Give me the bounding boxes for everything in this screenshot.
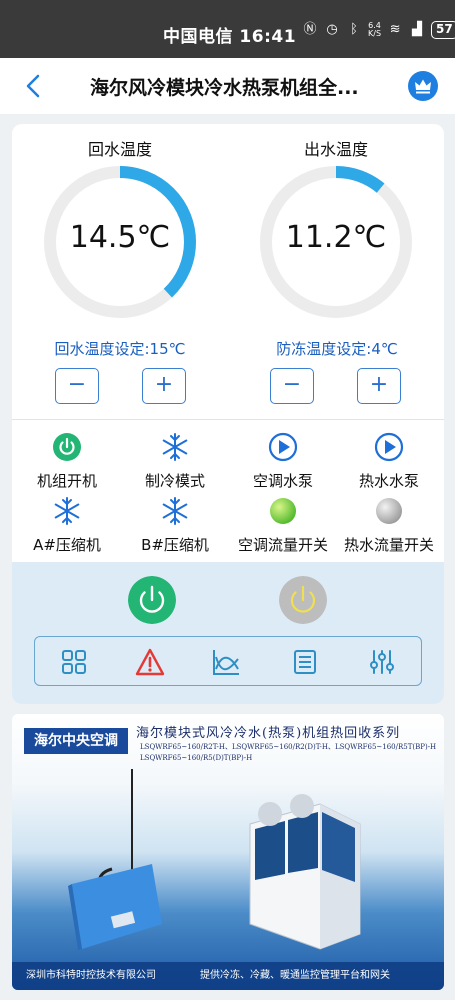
function-toolbar <box>34 636 422 686</box>
control-panel <box>12 562 444 704</box>
status-compressor-a: A#压缩机 <box>12 496 122 555</box>
outlet-temp-value: 11.2℃ <box>285 220 387 255</box>
return-temp-decrease-button[interactable]: − <box>55 368 99 404</box>
divider <box>12 419 444 420</box>
snowflake-icon <box>54 497 80 525</box>
nfc-icon: Ⓝ <box>303 22 317 37</box>
status-hot-water-pump: 热水水泵 <box>334 432 444 491</box>
bluetooth-icon: ᛒ <box>350 22 358 37</box>
carrier-time: 中国电信 16:41 <box>163 27 297 47</box>
green-dot-icon <box>270 498 296 524</box>
status-ac-flow-switch: 空调流量开关 <box>228 496 338 555</box>
status-hot-water-flow-switch: 热水流量开关 <box>334 496 444 555</box>
outlet-temp-gauge: 11.2℃ <box>258 164 414 320</box>
snowflake-icon <box>162 433 188 461</box>
alarm-icon: ◷ <box>326 22 338 37</box>
status-icons: Ⓝ ◷ ᛒ 6.4 K/S ≋ ▟ 57 <box>302 21 455 39</box>
status-label: 机组开机 <box>36 472 97 490</box>
power-icon <box>53 433 81 461</box>
advertisement-banner[interactable]: 海尔中央空调 海尔模块式风冷冷水(热泵)机组热回收系列 LSQWRF65~160… <box>12 714 444 990</box>
status-bar: 中国电信 16:41 Ⓝ ◷ ᛒ 6.4 K/S ≋ ▟ 57 <box>0 0 455 58</box>
net-speed: 6.4 K/S <box>368 22 381 38</box>
play-icon <box>374 432 404 462</box>
status-label: 空调水泵 <box>252 472 313 490</box>
app-header: 海尔风冷模块冷水热泵机组全... <box>0 58 455 114</box>
banner-title: 海尔模块式风冷冷水(热泵)机组热回收系列 <box>136 726 401 741</box>
list-document-icon[interactable] <box>290 647 320 677</box>
status-cooling-mode: 制冷模式 <box>120 432 230 491</box>
grid-menu-icon[interactable] <box>59 647 89 677</box>
snowflake-icon <box>162 497 188 525</box>
status-label: A#压缩机 <box>33 536 101 554</box>
return-temp-label: 回水温度 <box>87 140 152 159</box>
trend-chart-icon[interactable] <box>211 647 241 677</box>
status-ac-pump: 空调水泵 <box>228 432 338 491</box>
banner-slogan: 提供冷冻、冷藏、暖通监控管理平台和网关 <box>200 970 390 981</box>
return-temp-value: 14.5℃ <box>69 220 171 255</box>
status-compressor-b: B#压缩机 <box>120 496 230 555</box>
status-label: 制冷模式 <box>144 472 205 490</box>
banner-footer: 深圳市科特时控技术有限公司 提供冷冻、冷藏、暖通监控管理平台和网关 <box>12 962 444 990</box>
status-label: 空调流量开关 <box>237 536 328 554</box>
antifreeze-temp-decrease-button[interactable]: − <box>270 368 314 404</box>
heat-pump-unit-image <box>249 794 361 950</box>
signal-icon: ▟ <box>412 22 423 37</box>
power-off-button[interactable] <box>279 576 327 624</box>
status-label: 热水水泵 <box>358 472 419 490</box>
wifi-icon: ≋ <box>389 22 401 37</box>
status-label: B#压缩机 <box>141 536 209 554</box>
banner-models-line1: LSQWRF65~160/R2T-H、LSQWRF65~160/R2(D)T-H… <box>140 743 437 751</box>
status-label: 热水流量开关 <box>343 536 434 554</box>
play-icon <box>268 432 298 462</box>
status-unit-power: 机组开机 <box>12 432 122 491</box>
vip-crown-icon[interactable] <box>408 71 438 101</box>
net-speed-unit: K/S <box>368 29 382 38</box>
antifreeze-temp-increase-button[interactable]: + <box>357 368 401 404</box>
return-temp-increase-button[interactable]: + <box>142 368 186 404</box>
battery-indicator: 57 <box>431 21 455 39</box>
settings-sliders-icon[interactable] <box>367 647 397 677</box>
alarm-warning-icon[interactable] <box>135 647 165 677</box>
return-temp-setting[interactable]: 回水温度设定:15℃ <box>20 338 220 359</box>
haier-brand-logo: 海尔中央空调 <box>24 728 128 754</box>
banner-models: LSQWRF65~160/R2T-H、LSQWRF65~160/R2(D)T-H… <box>140 742 440 764</box>
banner-models-line2: LSQWRF65~160/R5(D)T(BP)-H <box>140 754 253 762</box>
antifreeze-temp-setting[interactable]: 防冻温度设定:4℃ <box>237 338 437 359</box>
outlet-temp-label: 出水温度 <box>303 140 368 159</box>
power-on-button[interactable] <box>128 576 176 624</box>
gateway-device-image <box>68 769 162 950</box>
page-title: 海尔风冷模块冷水热泵机组全... <box>90 77 359 99</box>
grey-dot-icon <box>376 498 402 524</box>
device-card: 回水温度 出水温度 14.5℃ 11.2℃ 回水温度设定:15℃ 防冻温度设定:… <box>12 124 444 704</box>
banner-company: 深圳市科特时控技术有限公司 <box>26 970 156 981</box>
back-icon[interactable] <box>20 72 48 100</box>
return-temp-gauge: 14.5℃ <box>42 164 198 320</box>
